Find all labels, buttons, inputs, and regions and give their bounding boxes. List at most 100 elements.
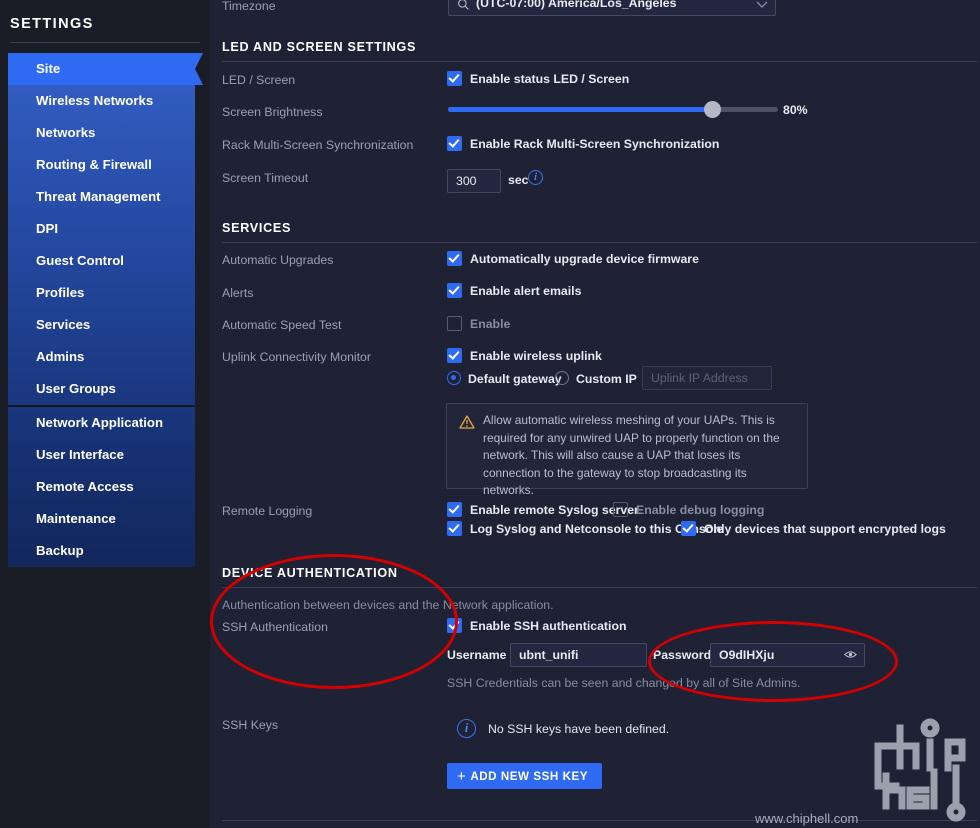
info-icon: i bbox=[457, 719, 476, 738]
uplink-monitor-label: Uplink Connectivity Monitor bbox=[222, 350, 371, 364]
mesh-warning-text: Allow automatic wireless meshing of your… bbox=[483, 413, 780, 497]
sidebar-item-backup[interactable]: Backup bbox=[8, 535, 195, 567]
services-section-title: SERVICES bbox=[222, 221, 292, 235]
rack-sync-label: Rack Multi-Screen Synchronization bbox=[222, 138, 414, 152]
sidebar-item-label: Network Application bbox=[36, 415, 164, 430]
alert-emails-label: Enable alert emails bbox=[470, 284, 582, 298]
info-icon[interactable]: i bbox=[528, 170, 543, 185]
uplink-ip-input[interactable]: Uplink IP Address bbox=[642, 366, 772, 390]
debug-logging-checkbox[interactable] bbox=[613, 502, 628, 517]
custom-ip-radio[interactable] bbox=[555, 371, 569, 385]
auto-upgrades-label: Automatic Upgrades bbox=[222, 253, 334, 267]
encrypted-logs-label: Only devices that support encrypted logs bbox=[704, 522, 946, 536]
page-title: SETTINGS bbox=[10, 16, 94, 32]
screen-timeout-label: Screen Timeout bbox=[222, 171, 309, 185]
speed-test-checkbox[interactable] bbox=[447, 316, 462, 331]
wireless-uplink-checkbox[interactable] bbox=[447, 348, 462, 363]
device-auth-section-title: DEVICE AUTHENTICATION bbox=[222, 566, 398, 580]
sidebar-nav: Site Wireless Networks Networks Routing … bbox=[8, 53, 203, 567]
ssh-username-input[interactable] bbox=[510, 643, 647, 667]
debug-logging-label: Enable debug logging bbox=[636, 503, 765, 517]
enable-ssh-checkbox[interactable] bbox=[447, 618, 462, 633]
sidebar-item-site[interactable]: Site bbox=[8, 53, 203, 85]
sidebar-item-label: Routing & Firewall bbox=[36, 157, 152, 172]
sidebar-item-label: Maintenance bbox=[36, 511, 116, 526]
uplink-ip-placeholder: Uplink IP Address bbox=[651, 371, 748, 385]
section-divider bbox=[222, 587, 977, 588]
sidebar-item-admins[interactable]: Admins bbox=[8, 341, 195, 373]
password-label: Password bbox=[653, 648, 712, 662]
search-icon bbox=[458, 0, 469, 10]
sidebar-item-networks[interactable]: Networks bbox=[8, 117, 195, 149]
sidebar-item-label: Threat Management bbox=[36, 189, 161, 204]
section-divider bbox=[222, 242, 977, 243]
sidebar-divider bbox=[10, 42, 200, 43]
sidebar-item-routing-firewall[interactable]: Routing & Firewall bbox=[8, 149, 195, 181]
sidebar-item-label: User Interface bbox=[36, 447, 124, 462]
settings-sidebar: SETTINGS Site Wireless Networks Networks… bbox=[0, 0, 210, 828]
netconsole-checkbox[interactable] bbox=[447, 521, 462, 536]
remote-logging-label: Remote Logging bbox=[222, 504, 313, 518]
username-label: Username bbox=[447, 648, 507, 662]
sidebar-item-label: Services bbox=[36, 317, 91, 332]
sidebar-item-label: Backup bbox=[36, 543, 84, 558]
sidebar-item-label: DPI bbox=[36, 221, 58, 236]
ssh-keys-empty-message: No SSH keys have been defined. bbox=[488, 722, 670, 736]
enable-led-checkbox[interactable] bbox=[447, 71, 462, 86]
chevron-down-icon bbox=[756, 1, 768, 8]
sidebar-item-wireless-networks[interactable]: Wireless Networks bbox=[8, 85, 195, 117]
sidebar-item-services[interactable]: Services bbox=[8, 309, 195, 341]
sidebar-item-user-interface[interactable]: User Interface bbox=[8, 439, 195, 471]
sidebar-item-label: Profiles bbox=[36, 285, 85, 300]
brightness-slider-fill bbox=[448, 107, 712, 112]
sidebar-item-label: Wireless Networks bbox=[36, 93, 154, 108]
led-screen-section-title: LED AND SCREEN SETTINGS bbox=[222, 40, 417, 54]
timezone-select[interactable]: (UTC-07:00) America/Los_Angeles bbox=[448, 0, 776, 16]
speed-test-label: Automatic Speed Test bbox=[222, 318, 342, 332]
ssh-credentials-note: SSH Credentials can be seen and changed … bbox=[447, 676, 801, 690]
warning-triangle-icon bbox=[459, 415, 475, 429]
timezone-value: (UTC-07:00) America/Los_Angeles bbox=[476, 0, 677, 10]
sidebar-item-profiles[interactable]: Profiles bbox=[8, 277, 195, 309]
sidebar-item-guest-control[interactable]: Guest Control bbox=[8, 245, 195, 277]
speed-test-enable-label: Enable bbox=[470, 317, 511, 331]
sidebar-item-label: Site bbox=[36, 61, 61, 76]
sidebar-item-maintenance[interactable]: Maintenance bbox=[8, 503, 195, 535]
settings-content: Timezone (UTC-07:00) America/Los_Angeles… bbox=[210, 0, 980, 828]
sidebar-item-threat-management[interactable]: Threat Management bbox=[8, 181, 195, 213]
sidebar-item-label: Remote Access bbox=[36, 479, 134, 494]
sidebar-item-user-groups[interactable]: User Groups bbox=[8, 373, 195, 405]
auto-upgrade-checkbox[interactable] bbox=[447, 251, 462, 266]
add-new-ssh-key-button[interactable]: + ADD NEW SSH KEY bbox=[447, 763, 603, 789]
wireless-uplink-label: Enable wireless uplink bbox=[470, 349, 602, 363]
watermark-url: www.chiphell.com bbox=[755, 811, 859, 826]
enable-rack-sync-checkbox[interactable] bbox=[447, 136, 462, 151]
sidebar-item-network-application[interactable]: Network Application bbox=[8, 407, 195, 439]
sidebar-item-dpi[interactable]: DPI bbox=[8, 213, 195, 245]
default-gateway-label: Default gateway bbox=[468, 372, 562, 386]
sidebar-item-label: Networks bbox=[36, 125, 96, 140]
sidebar-item-remote-access[interactable]: Remote Access bbox=[8, 471, 195, 503]
custom-ip-label: Custom IP bbox=[576, 372, 637, 386]
plus-icon: + bbox=[457, 767, 467, 785]
led-screen-label: LED / Screen bbox=[222, 73, 296, 87]
section-divider bbox=[222, 820, 977, 821]
add-new-ssh-key-label: ADD NEW SSH KEY bbox=[470, 769, 589, 783]
enable-ssh-label: Enable SSH authentication bbox=[470, 619, 627, 633]
default-gateway-radio[interactable] bbox=[447, 371, 461, 385]
brightness-value: 80% bbox=[783, 103, 808, 117]
enable-led-label: Enable status LED / Screen bbox=[470, 72, 630, 86]
remote-syslog-checkbox[interactable] bbox=[447, 502, 462, 517]
ssh-authentication-label: SSH Authentication bbox=[222, 620, 328, 634]
encrypted-logs-checkbox[interactable] bbox=[681, 521, 696, 536]
enable-rack-sync-label: Enable Rack Multi-Screen Synchronization bbox=[470, 137, 720, 151]
alert-emails-checkbox[interactable] bbox=[447, 283, 462, 298]
brightness-slider-knob[interactable] bbox=[704, 101, 721, 118]
ssh-password-input[interactable] bbox=[710, 643, 865, 667]
mesh-warning-box: Allow automatic wireless meshing of your… bbox=[446, 403, 808, 497]
screen-timeout-input[interactable] bbox=[447, 169, 501, 193]
chiphell-logo-icon bbox=[874, 718, 966, 822]
screen-timeout-unit: sec bbox=[508, 173, 529, 187]
eye-icon[interactable] bbox=[844, 650, 857, 659]
sidebar-item-label: Admins bbox=[36, 349, 85, 364]
